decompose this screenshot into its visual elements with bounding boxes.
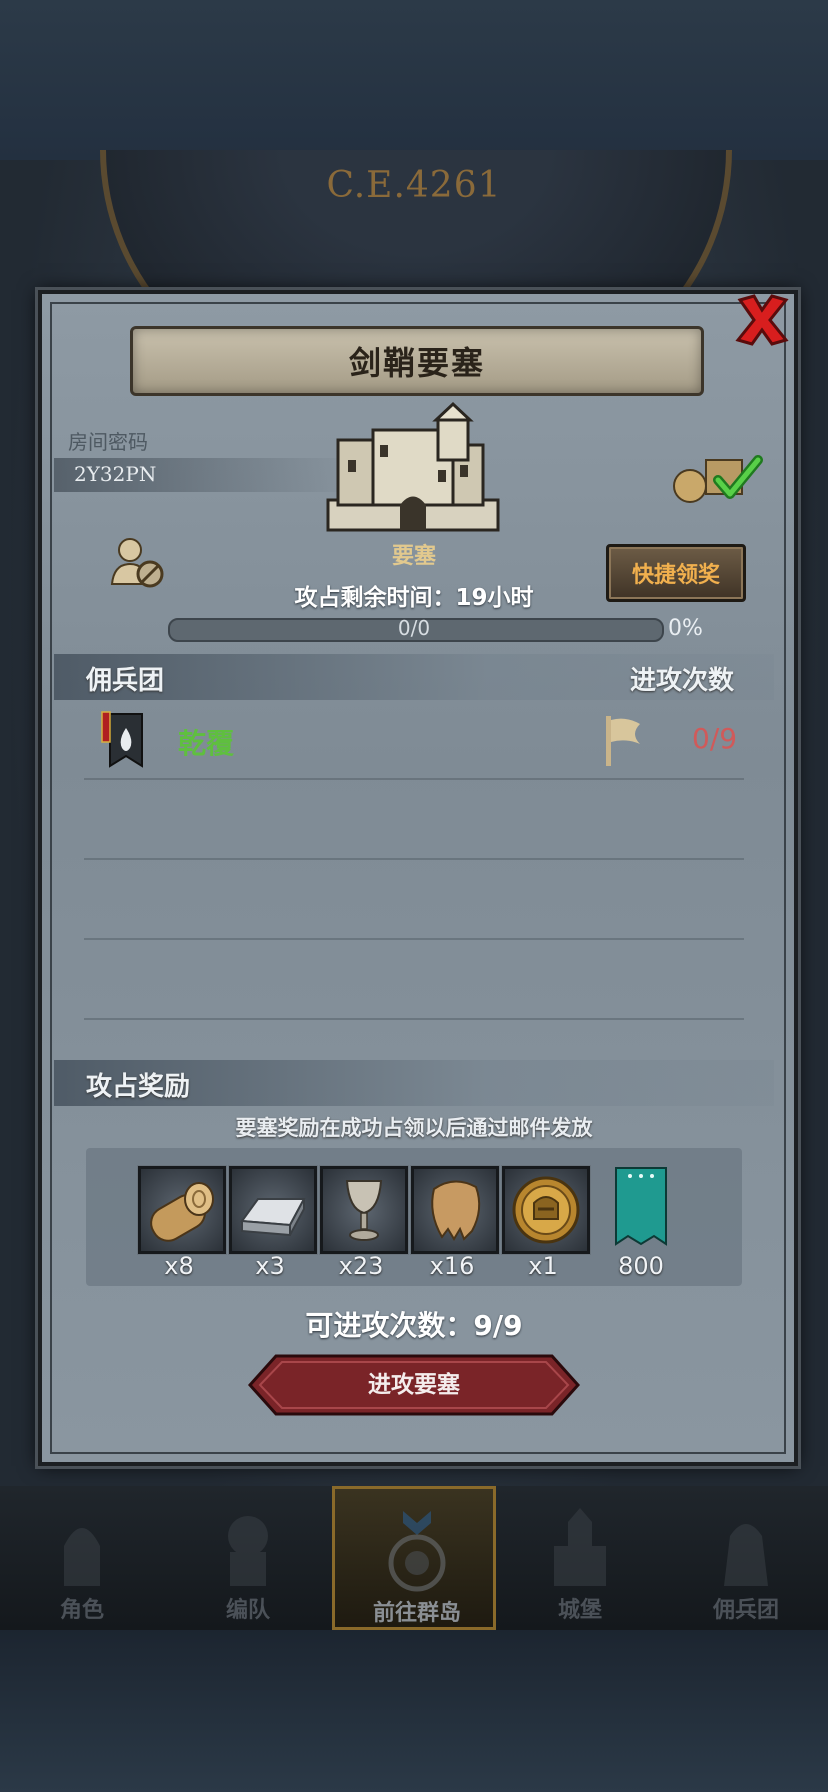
attack-button-label: 进攻要塞 bbox=[368, 1372, 460, 1398]
reward-qty-fur: x16 bbox=[429, 1252, 475, 1280]
armored-knights-icon bbox=[228, 1516, 268, 1586]
reward-item-goblet[interactable] bbox=[320, 1166, 408, 1254]
row-divider bbox=[84, 778, 744, 780]
progress-text: 0/0 bbox=[397, 616, 431, 640]
title-banner: 剑鞘要塞 bbox=[130, 326, 704, 396]
room-code[interactable]: 2Y32PN bbox=[74, 462, 156, 486]
remaining-time: 攻占剩余时间：19小时 bbox=[294, 585, 534, 611]
attack-count-header: 进攻次数 bbox=[630, 666, 735, 696]
reward-qty-banner: 800 bbox=[618, 1252, 664, 1280]
era-text: C.E.4261 bbox=[326, 165, 502, 206]
reward-item-fur[interactable] bbox=[411, 1166, 499, 1254]
close-icon bbox=[735, 294, 789, 346]
row-divider bbox=[84, 1018, 744, 1020]
mercenary-helmet-icon bbox=[724, 1524, 768, 1586]
guild-banner-icon[interactable] bbox=[614, 1166, 668, 1246]
attempts-remaining: 可进攻次数：9/9 bbox=[305, 1309, 523, 1342]
reward-qty-goblet: x23 bbox=[338, 1252, 384, 1280]
fur-pelt-icon bbox=[431, 1180, 481, 1241]
top-background bbox=[0, 0, 828, 160]
row-divider bbox=[84, 858, 744, 860]
room-password-label: 房间密码 bbox=[68, 430, 148, 454]
nav-label: 编队 bbox=[225, 1598, 270, 1623]
reward-qty-wood: x8 bbox=[164, 1252, 194, 1280]
progress-percent: 0% bbox=[668, 616, 703, 641]
nav-castle[interactable]: 城堡 bbox=[498, 1486, 662, 1630]
nav-label: 角色 bbox=[59, 1598, 104, 1623]
close-button[interactable] bbox=[730, 288, 794, 352]
reward-note: 要塞奖励在成功占领以后通过邮件发放 bbox=[235, 1116, 593, 1140]
attack-fortress-button[interactable]: 进攻要塞 bbox=[248, 1354, 580, 1416]
fortress-castle-icon bbox=[326, 401, 500, 532]
nav-islands[interactable]: 前往群岛 bbox=[332, 1486, 496, 1630]
reward-item-iron[interactable] bbox=[229, 1166, 317, 1254]
reward-item-medal[interactable] bbox=[502, 1166, 590, 1254]
iron-ingot-icon bbox=[240, 1198, 306, 1237]
knight-medal-icon bbox=[512, 1176, 580, 1244]
reward-qty-medal: x1 bbox=[528, 1252, 558, 1280]
nav-label: 城堡 bbox=[557, 1598, 602, 1623]
nav-label: 佣兵团 bbox=[712, 1598, 779, 1623]
collect-rewards-icon[interactable] bbox=[670, 446, 766, 506]
nav-label: 前往群岛 bbox=[372, 1601, 461, 1626]
goblet-icon bbox=[345, 1180, 383, 1241]
attack-flag-icon bbox=[606, 716, 640, 766]
castle-icon bbox=[554, 1508, 606, 1586]
dialog-title: 剑鞘要塞 bbox=[348, 344, 485, 382]
bottom-background bbox=[0, 1630, 828, 1792]
guild-flag-icon bbox=[101, 711, 143, 768]
guild-attack-count: 0/9 bbox=[692, 722, 738, 755]
reward-item-wood[interactable] bbox=[138, 1166, 226, 1254]
nav-character[interactable]: 角色 bbox=[0, 1486, 164, 1630]
row-divider bbox=[84, 938, 744, 940]
compass-icon bbox=[388, 1511, 446, 1592]
reward-qty-iron: x3 bbox=[255, 1252, 285, 1280]
mercenary-header: 佣兵团 bbox=[86, 666, 165, 696]
knight-helmet-icon bbox=[64, 1528, 100, 1586]
nav-formation[interactable]: 编队 bbox=[166, 1486, 330, 1630]
reward-header: 攻占奖励 bbox=[86, 1072, 191, 1102]
wood-log-icon bbox=[150, 1182, 214, 1242]
nav-mercenary[interactable]: 佣兵团 bbox=[664, 1486, 828, 1630]
guild-name: 乾覆 bbox=[178, 727, 235, 760]
